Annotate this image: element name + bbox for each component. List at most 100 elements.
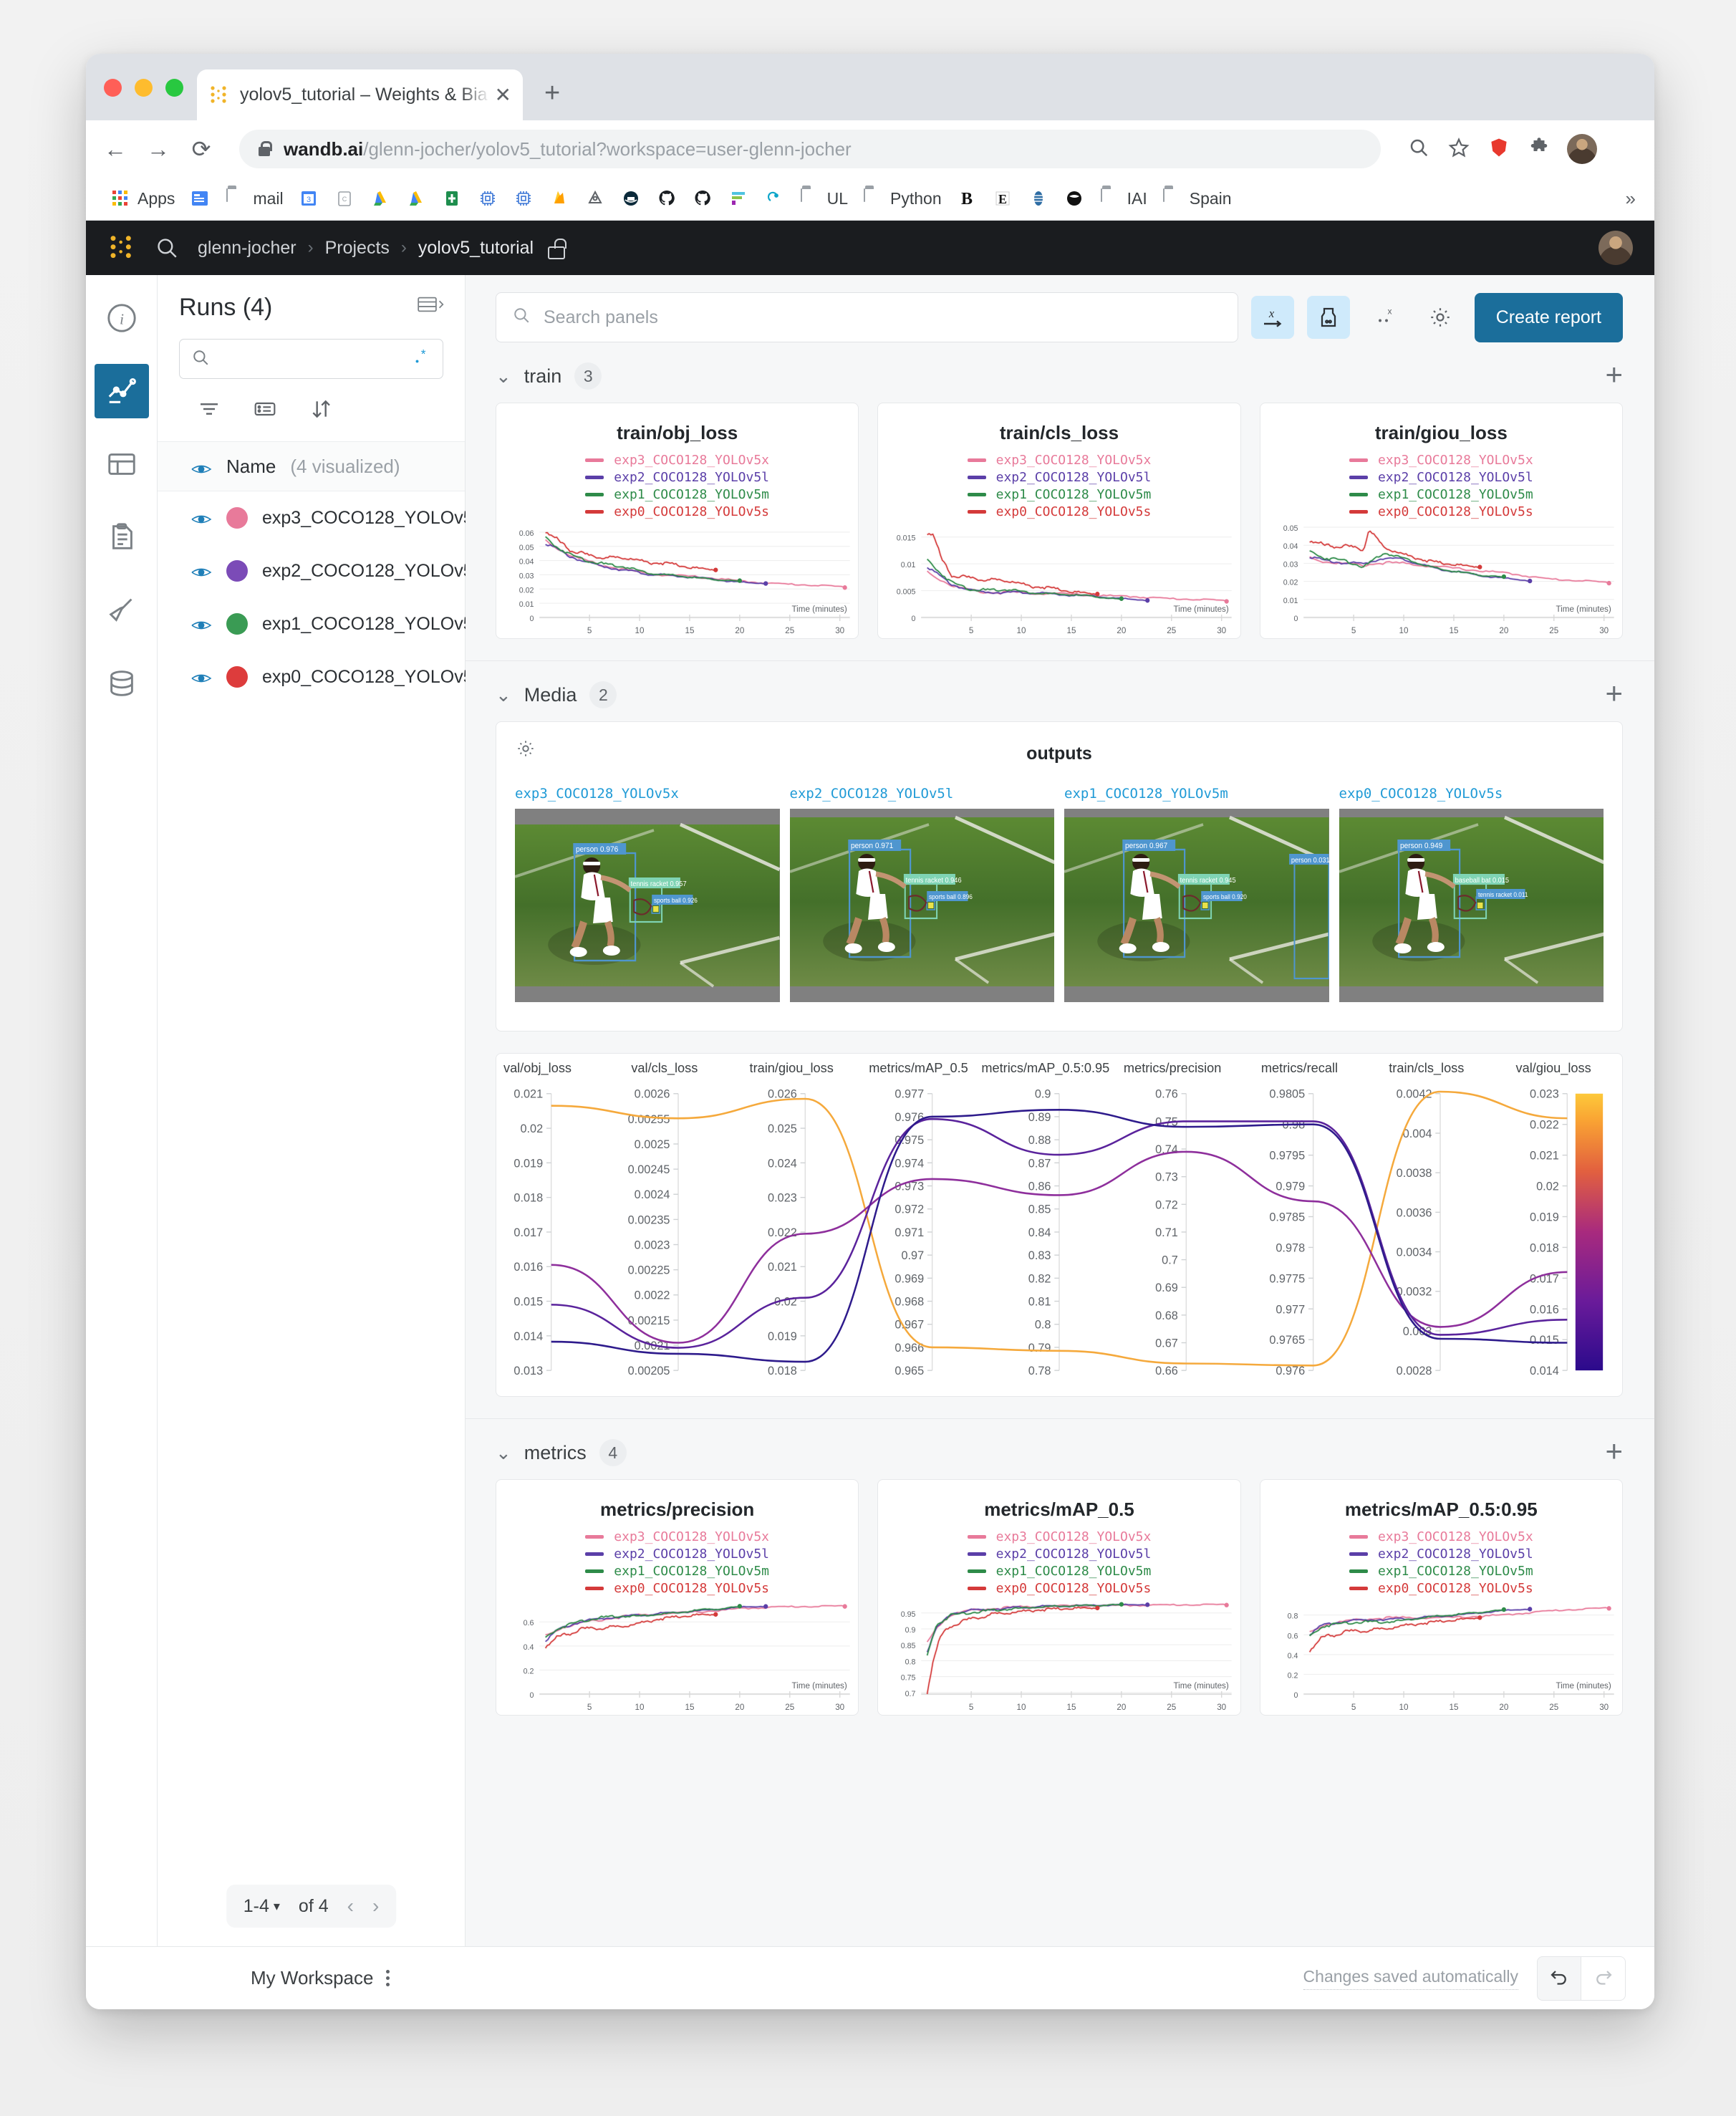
chevron-down-icon[interactable]: ⌄	[496, 684, 511, 706]
filter-icon[interactable]	[198, 398, 221, 424]
run-color-swatch[interactable]	[226, 507, 248, 529]
chevron-down-icon[interactable]: ▾	[274, 1899, 280, 1914]
run-color-swatch[interactable]	[226, 666, 248, 688]
parallel-coordinates-panel[interactable]: val/obj_loss 0.013 0.014 0.015 0.016 0.017 0.0…	[496, 1053, 1623, 1397]
regex-asterisk-icon[interactable]: *	[413, 347, 431, 370]
chart-panel-train-cls-loss[interactable]: train/cls_loss exp3_COCO128_YOLOv5x exp2…	[877, 403, 1241, 639]
visibility-eye-icon[interactable]	[191, 459, 212, 473]
list-item[interactable]: exp0_COCO128_YOLOv5s	[158, 650, 482, 703]
reload-button[interactable]: ⟳	[189, 138, 213, 160]
media-item[interactable]: exp3_COCO128_YOLOv5x person 0.976 tennis…	[515, 786, 780, 1002]
sort-icon[interactable]	[309, 398, 332, 424]
bookmark-excel[interactable]	[435, 183, 471, 215]
avatar[interactable]	[1598, 231, 1633, 265]
bookmark-ul[interactable]: UL	[793, 183, 856, 215]
brave-shield-icon[interactable]	[1487, 137, 1511, 162]
bookmarks-overflow-button[interactable]: »	[1626, 188, 1636, 210]
list-item[interactable]: exp2_COCO128_YOLOv5l	[158, 544, 477, 597]
bookmark-docker[interactable]	[614, 183, 650, 215]
add-panel-button[interactable]: +	[1605, 360, 1623, 390]
pagination-next-button[interactable]: ›	[372, 1895, 379, 1918]
add-panel-button[interactable]: +	[1605, 678, 1623, 708]
x-axis-button[interactable]: x	[1250, 296, 1294, 339]
table-expand-icon[interactable]	[418, 294, 446, 322]
chart-panel-metrics-map5095[interactable]: metrics/mAP_0.5:0.95 exp3_COCO128_YOLOv5…	[1259, 1479, 1623, 1716]
chevron-down-icon[interactable]: ⌄	[496, 1442, 511, 1464]
bookmark-google-drive-2[interactable]	[399, 183, 435, 215]
back-button[interactable]: ←	[103, 138, 127, 160]
bookmark-bold-b[interactable]: B	[950, 183, 985, 215]
browser-tab[interactable]: yolov5_tutorial – Weights & Bia ✕	[197, 69, 523, 120]
group-icon[interactable]	[254, 398, 276, 424]
search-panels-input[interactable]: Search panels	[496, 292, 1238, 342]
close-window-button[interactable]	[104, 79, 122, 97]
bookmark-iai[interactable]: IAI	[1093, 183, 1155, 215]
media-item[interactable]: exp2_COCO128_YOLOv5l person 0.971 tennis…	[789, 786, 1054, 1002]
run-color-swatch[interactable]	[226, 613, 248, 635]
detection-image[interactable]: person 0.967 tennis racket 0.945 sports …	[1064, 809, 1329, 1002]
bookmark-globe-dark[interactable]	[1057, 183, 1093, 215]
gear-icon[interactable]	[1419, 296, 1462, 339]
gear-icon[interactable]	[515, 738, 536, 763]
smoothing-button[interactable]	[1306, 296, 1350, 339]
maximize-window-button[interactable]	[165, 79, 183, 97]
detection-image[interactable]: person 0.971 tennis racket 0.946 sports …	[789, 809, 1054, 1002]
list-item[interactable]: exp1_COCO128_YOLOv5m	[158, 597, 488, 650]
visibility-eye-icon[interactable]	[191, 564, 212, 578]
sidebar-item-sweeps[interactable]	[95, 583, 149, 638]
sidebar-item-table[interactable]	[95, 437, 149, 491]
bookmark-github-2[interactable]	[685, 183, 721, 215]
bookmark-calendar-outline[interactable]: C	[327, 183, 363, 215]
bookmark-trello[interactable]	[721, 183, 757, 215]
sidebar-item-artifacts[interactable]	[95, 656, 149, 711]
chart-panel-metrics-map50[interactable]: metrics/mAP_0.5 exp3_COCO128_YOLOv5x exp…	[877, 1479, 1241, 1716]
bookmark-firebase[interactable]	[542, 183, 578, 215]
sidebar-item-info[interactable]: i	[95, 291, 149, 345]
visibility-eye-icon[interactable]	[191, 617, 212, 631]
create-report-button[interactable]: Create report	[1474, 292, 1623, 342]
bookmark-mail[interactable]: mail	[218, 183, 291, 215]
bookmark-globe-striped[interactable]	[1021, 183, 1057, 215]
search-icon[interactable]	[1407, 137, 1431, 162]
runs-search-input[interactable]: *	[179, 339, 443, 379]
bookmark-sentry[interactable]	[578, 183, 614, 215]
chart-panel-metrics-precision[interactable]: metrics/precision exp3_COCO128_YOLOv5x e…	[496, 1479, 859, 1716]
bookmark-github-1[interactable]	[650, 183, 685, 215]
run-color-swatch[interactable]	[226, 560, 248, 582]
star-icon[interactable]	[1447, 137, 1471, 162]
sidebar-item-charts[interactable]	[94, 364, 149, 418]
detection-image[interactable]: person 0.976 tennis racket 0.957 sports …	[515, 809, 780, 1002]
pagination-range[interactable]: 1-4	[243, 1896, 269, 1917]
kebab-menu-icon[interactable]	[386, 1970, 390, 1986]
bookmark-google-drive-1[interactable]	[363, 183, 399, 215]
bookmark-ultralytics[interactable]	[757, 183, 793, 215]
visibility-eye-icon[interactable]	[191, 511, 212, 525]
bookmark-google-calendar[interactable]: 3	[291, 183, 327, 215]
chevron-down-icon[interactable]: ⌄	[496, 365, 511, 388]
workspace-selector[interactable]: My Workspace	[251, 1967, 390, 1989]
tab-close-icon[interactable]: ✕	[495, 85, 511, 105]
address-bar[interactable]: wandb.ai/glenn-jocher/yolov5_tutorial?wo…	[239, 130, 1381, 168]
bookmark-google-news[interactable]	[183, 183, 218, 215]
chart-panel-train-obj-loss[interactable]: train/obj_loss exp3_COCO128_YOLOv5x exp2…	[496, 403, 859, 639]
forward-button[interactable]: →	[146, 138, 170, 160]
media-panel[interactable]: outputs exp3_COCO128_YOLOv5x person 0.97…	[496, 721, 1623, 1031]
detection-image[interactable]: person 0.949 baseball bat 0.015 tennis r…	[1339, 809, 1604, 1002]
puzzle-icon[interactable]	[1527, 137, 1551, 162]
visibility-eye-icon[interactable]	[191, 670, 212, 684]
resize-panels-button[interactable]: x	[1363, 296, 1406, 339]
bookmark-evernote[interactable]: E	[985, 183, 1021, 215]
bookmark-python[interactable]: Python	[856, 183, 950, 215]
avatar[interactable]	[1567, 134, 1597, 164]
chart-panel-train-giou-loss[interactable]: train/giou_loss exp3_COCO128_YOLOv5x exp…	[1259, 403, 1623, 639]
add-panel-button[interactable]: +	[1605, 1436, 1623, 1466]
wandb-dots-logo[interactable]	[107, 234, 136, 262]
bookmark-apps[interactable]: Apps	[103, 183, 183, 215]
media-item[interactable]: exp0_COCO128_YOLOv5s person 0.949 baseba…	[1339, 786, 1604, 1002]
breadcrumb-item-projects[interactable]: Projects	[325, 238, 390, 259]
list-item[interactable]: exp3_COCO128_YOLOv5x	[158, 491, 482, 544]
media-item[interactable]: exp1_COCO128_YOLOv5m person 0.967 tennis…	[1064, 786, 1329, 1002]
bookmark-chip-2[interactable]	[506, 183, 542, 215]
sidebar-item-reports[interactable]	[95, 510, 149, 564]
bookmark-spain[interactable]: Spain	[1155, 183, 1240, 215]
